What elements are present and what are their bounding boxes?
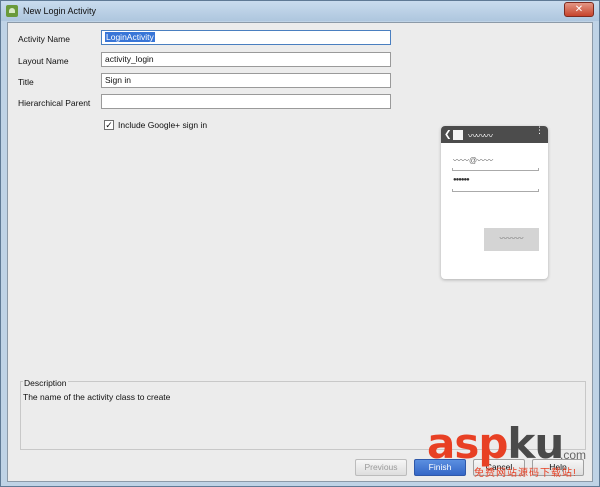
preview-action-bar: ❮ 〰〰〰 ⋮ — [441, 126, 548, 143]
hierarchical-parent-label: Hierarchical Parent — [18, 98, 91, 108]
preview-sign-in-button: 〰〰〰 — [484, 228, 539, 251]
android-app-icon — [6, 5, 18, 17]
preview-password-placeholder: ●●●●●● — [453, 177, 470, 183]
app-icon — [453, 130, 463, 140]
previous-button[interactable]: Previous — [355, 459, 407, 476]
login-preview-illustration: ❮ 〰〰〰 ⋮ 〰〰@〰〰 ●●●●●● 〰〰〰 — [441, 126, 548, 279]
google-signin-checkbox[interactable]: ✓ — [104, 120, 114, 130]
overflow-menu-icon: ⋮ — [535, 125, 544, 135]
title-input[interactable]: Sign in — [101, 73, 391, 88]
preview-email-underline — [452, 168, 539, 171]
cancel-button[interactable]: Cancel — [473, 459, 525, 476]
dialog-window: New Login Activity ✕ Activity Name Login… — [0, 0, 600, 487]
google-signin-label: Include Google+ sign in — [118, 120, 208, 130]
preview-email-placeholder: 〰〰@〰〰 — [453, 156, 494, 165]
help-button[interactable]: Help — [532, 459, 584, 476]
preview-title-placeholder: 〰〰〰 — [468, 131, 493, 141]
title-bar[interactable]: New Login Activity ✕ — [1, 1, 599, 21]
title-label: Title — [18, 77, 34, 87]
layout-name-label: Layout Name — [18, 56, 69, 66]
hierarchical-parent-input[interactable] — [101, 94, 391, 109]
back-icon: ❮ — [444, 129, 452, 139]
preview-password-underline — [452, 189, 539, 192]
description-text: The name of the activity class to create — [23, 392, 171, 402]
layout-name-input[interactable]: activity_login — [101, 52, 391, 67]
description-legend: Description — [23, 378, 68, 388]
activity-name-input[interactable]: LoginActivity — [101, 30, 391, 45]
dialog-content: Activity Name LoginActivity Layout Name … — [7, 22, 593, 482]
finish-button[interactable]: Finish — [414, 459, 466, 476]
window-title: New Login Activity — [23, 6, 97, 16]
close-button[interactable]: ✕ — [564, 2, 594, 17]
activity-name-value: LoginActivity — [105, 32, 155, 42]
activity-name-label: Activity Name — [18, 34, 70, 44]
